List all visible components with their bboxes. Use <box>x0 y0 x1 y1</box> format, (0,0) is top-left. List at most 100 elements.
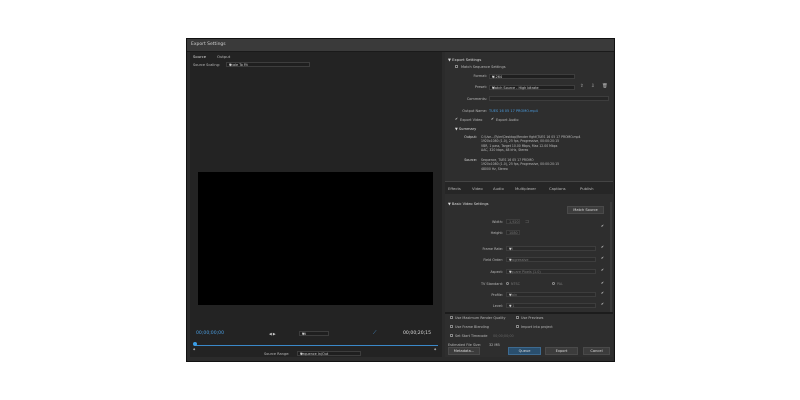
profile-select[interactable]: Main ▼ <box>506 292 596 297</box>
width-height-check[interactable]: ✔ <box>601 224 604 228</box>
current-timecode[interactable]: 00;00;00;00 <box>196 331 224 336</box>
export-settings-header[interactable]: ▼ Export Settings <box>448 57 481 62</box>
source-scaling-select[interactable]: Scale To Fit ▼ <box>226 62 310 67</box>
match-source-button[interactable]: Match Source <box>567 206 604 214</box>
max-render-label: Use Maximum Render Quality <box>455 316 506 320</box>
import-project-label: Import into project <box>521 325 553 329</box>
summary-output-label: Output: <box>464 135 477 139</box>
export-video-checkbox[interactable]: ✔ <box>455 117 458 121</box>
width-label: Width: <box>492 220 503 224</box>
tv-standard-label: TV Standard: <box>480 282 503 286</box>
use-previews-checkbox[interactable] <box>516 316 519 319</box>
max-render-checkbox[interactable] <box>450 316 453 319</box>
frame-rate-select[interactable]: 25 ▼ <box>506 246 596 251</box>
export-settings-window: Export Settings Source Output Source Sca… <box>186 38 615 362</box>
source-output-panel: Source Output Source Scaling: Scale To F… <box>190 52 442 357</box>
scrollbar[interactable] <box>610 202 612 312</box>
save-preset-icon[interactable]: ⇪ <box>580 84 584 89</box>
chevron-down-icon: ▼ <box>509 270 512 274</box>
format-select[interactable]: H.264 ▼ <box>489 74 575 79</box>
field-order-select[interactable]: Progressive ▼ <box>506 257 596 262</box>
summary-header[interactable]: ▼ Summary <box>455 127 476 131</box>
delete-preset-icon[interactable]: 🗑 <box>602 84 608 89</box>
summary-source-text: Sequence, TUES 16 05 17 PROMO 1920x1080 … <box>481 158 560 171</box>
comments-label: Comments: <box>466 97 487 101</box>
out-point-marker[interactable]: ◆ <box>434 347 436 351</box>
crop-icon[interactable]: ⟋ <box>373 330 377 336</box>
frame-rate-label: Frame Rate: <box>482 247 503 251</box>
comments-input[interactable] <box>489 96 609 101</box>
preset-select[interactable]: Match Source - High bitrate ▼ <box>489 85 575 90</box>
summary-output-text: C:\Use...\Tyler\Desktop\Render fight\TUE… <box>481 135 581 153</box>
tab-captions[interactable]: Captions <box>549 186 566 191</box>
height-label: Height: <box>490 231 503 235</box>
chevron-down-icon: ▼ <box>300 352 303 356</box>
profile-label: Profile: <box>491 293 503 297</box>
preset-label: Preset: <box>474 85 487 89</box>
chevron-down-icon: ▼ <box>509 258 512 262</box>
tab-video[interactable]: Video <box>472 186 483 191</box>
profile-check[interactable]: ✔ <box>601 291 604 295</box>
playhead[interactable] <box>193 342 197 346</box>
ntsc-label: NTSC <box>511 282 520 286</box>
file-size-value: 32 MB <box>489 343 500 347</box>
tab-bar: Effects Video Audio Multiplexer Captions… <box>445 182 613 194</box>
match-sequence-checkbox[interactable] <box>455 65 458 68</box>
summary-source-label: Source: <box>464 158 477 162</box>
level-label: Level: <box>492 304 503 308</box>
source-scaling-label: Source Scaling: <box>193 63 220 67</box>
export-button[interactable]: Export <box>545 347 578 355</box>
in-point-marker[interactable]: ◆ <box>193 347 195 351</box>
total-duration: 00;00;20;15 <box>403 331 432 336</box>
settings-panel: ▼ Export Settings Match Sequence Setting… <box>445 52 613 357</box>
tab-multiplexer[interactable]: Multiplexer <box>515 186 536 191</box>
ntsc-radio[interactable] <box>506 282 509 285</box>
start-timecode-checkbox[interactable] <box>450 334 453 337</box>
chevron-down-icon: ▼ <box>509 247 512 251</box>
tab-source[interactable]: Source <box>193 54 206 59</box>
frame-rate-check[interactable]: ✔ <box>601 245 604 249</box>
timeline-bar[interactable] <box>195 345 438 346</box>
metadata-button[interactable]: Metadata... <box>448 347 480 355</box>
tab-publish[interactable]: Publish <box>580 186 594 191</box>
source-range-select[interactable]: Sequence In/Out ▼ <box>297 351 361 356</box>
aspect-check[interactable]: ✔ <box>601 268 604 272</box>
width-input[interactable]: 1,920 <box>506 219 520 224</box>
tab-effects[interactable]: Effects <box>448 186 461 191</box>
output-name-label: Output Name: <box>462 109 487 113</box>
video-preview <box>198 172 433 305</box>
level-check[interactable]: ✔ <box>601 302 604 306</box>
import-preset-icon[interactable]: ⇩ <box>591 84 595 89</box>
height-input[interactable]: 1080 <box>506 230 520 235</box>
divider <box>445 312 613 314</box>
queue-button[interactable]: Queue <box>508 347 541 355</box>
aspect-select[interactable]: Square Pixels (1.0) ▼ <box>506 269 596 274</box>
chevron-down-icon: ▼ <box>509 293 512 297</box>
match-sequence-label: Match Sequence Settings <box>461 65 506 69</box>
import-project-checkbox[interactable] <box>516 325 519 328</box>
pal-radio[interactable] <box>552 282 555 285</box>
tab-output[interactable]: Output <box>217 54 230 59</box>
zoom-select[interactable]: Fit ▼ <box>299 331 329 336</box>
tab-audio[interactable]: Audio <box>493 186 504 191</box>
chevron-down-icon: ▼ <box>492 75 495 79</box>
frame-blending-label: Use Frame Blending <box>455 325 489 329</box>
level-select[interactable]: 4.1 ▼ <box>506 303 596 308</box>
pal-label: PAL <box>557 282 563 286</box>
export-audio-checkbox[interactable]: ✔ <box>491 117 494 121</box>
format-label: Format: <box>473 74 487 78</box>
output-name-link[interactable]: TUES 16 05 17 PROMO.mp4 <box>489 109 538 113</box>
link-aspect-icon[interactable]: ⊐ <box>525 219 529 225</box>
cancel-button[interactable]: Cancel <box>583 347 610 355</box>
chevron-down-icon: ▼ <box>302 332 305 336</box>
start-timecode-value[interactable]: 00;00;00;00 <box>493 334 514 338</box>
window-title: Export Settings <box>191 42 226 47</box>
source-range-label: Source Range: <box>264 352 290 356</box>
basic-video-header[interactable]: ▼ Basic Video Settings <box>448 202 489 206</box>
title-bar: Export Settings <box>187 39 614 52</box>
export-audio-label: Export Audio <box>496 118 519 122</box>
field-order-check[interactable]: ✔ <box>601 256 604 260</box>
frame-blending-checkbox[interactable] <box>450 325 453 328</box>
tv-standard-check[interactable]: ✔ <box>601 281 604 285</box>
mark-in-out[interactable]: ◀ ▶ <box>269 332 276 336</box>
